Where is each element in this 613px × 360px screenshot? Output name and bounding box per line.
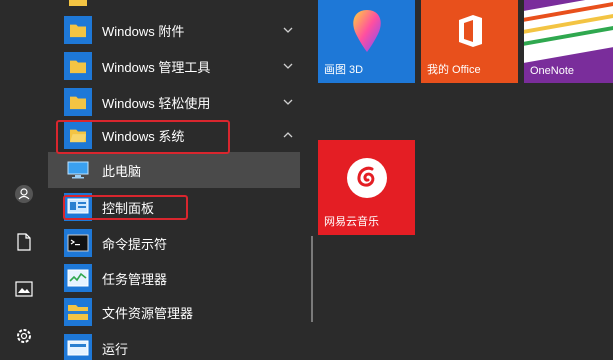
- app-item-this-pc[interactable]: 此电脑: [48, 152, 300, 188]
- tile-label: 我的 Office: [427, 64, 481, 76]
- command-prompt-icon: [64, 229, 92, 257]
- app-item-label: 此电脑: [102, 163, 142, 179]
- this-pc-icon: [64, 156, 92, 184]
- tile-netease-music[interactable]: 网易云音乐: [318, 140, 415, 235]
- chevron-down-icon[interactable]: [282, 96, 294, 108]
- app-item-label: 控制面板: [102, 200, 155, 216]
- app-item-label: Windows 附件: [102, 23, 185, 39]
- app-item-label: 运行: [102, 341, 129, 357]
- app-list: Windows 附件 Windows 管理工具 Windows 轻松使用 Win…: [48, 0, 308, 360]
- start-rail: [0, 0, 48, 360]
- documents-icon: [17, 233, 31, 251]
- app-item-label: 文件资源管理器: [102, 305, 194, 321]
- app-item-label: 任务管理器: [102, 271, 168, 287]
- app-item-control-panel[interactable]: 控制面板: [48, 189, 300, 225]
- app-item-file-explorer[interactable]: 文件资源管理器: [48, 294, 300, 330]
- app-item-label: Windows 轻松使用: [102, 95, 211, 111]
- tile-label: 画图 3D: [324, 64, 364, 76]
- task-manager-icon: [64, 264, 92, 292]
- user-icon: [15, 185, 33, 203]
- app-item-label: Windows 管理工具: [102, 59, 211, 75]
- app-item-windows-accessories[interactable]: Windows 附件: [48, 12, 300, 48]
- control-panel-icon: [64, 193, 92, 221]
- pictures-icon: [15, 281, 33, 297]
- chevron-down-icon[interactable]: [282, 60, 294, 72]
- app-item-windows-system[interactable]: Windows 系统: [48, 117, 300, 153]
- app-item-label: 命令提示符: [102, 236, 168, 252]
- tile-label: OneNote: [530, 65, 575, 77]
- folder-open-icon: [64, 121, 92, 149]
- office-icon: [458, 14, 482, 47]
- chevron-up-icon[interactable]: [282, 129, 294, 141]
- folder-icon: [64, 88, 92, 116]
- app-item-command-prompt[interactable]: 命令提示符: [48, 225, 300, 261]
- app-item-windows-ease-of-access[interactable]: Windows 轻松使用: [48, 84, 300, 120]
- run-icon: [64, 334, 92, 360]
- tile-paint3d[interactable]: 画图 3D: [318, 0, 415, 83]
- settings-icon: [17, 329, 31, 343]
- app-list-scrollbar[interactable]: [311, 236, 313, 322]
- paint3d-icon: [352, 9, 381, 52]
- folder-icon: [64, 0, 92, 12]
- folder-icon: [64, 52, 92, 80]
- settings-button[interactable]: [12, 324, 36, 348]
- documents-button[interactable]: [12, 230, 36, 254]
- chevron-down-icon[interactable]: [282, 24, 294, 36]
- user-account-button[interactable]: [12, 182, 36, 206]
- tile-my-office[interactable]: 我的 Office: [421, 0, 518, 83]
- app-item-windows-admin-tools[interactable]: Windows 管理工具: [48, 48, 300, 84]
- folder-icon: [64, 16, 92, 44]
- file-explorer-icon: [64, 298, 92, 326]
- netease-music-icon: [346, 158, 387, 198]
- app-item-run[interactable]: 运行: [48, 330, 300, 360]
- pictures-button[interactable]: [12, 277, 36, 301]
- tile-onenote[interactable]: OneNote: [524, 0, 613, 83]
- app-item-label: Windows 系统: [102, 128, 185, 144]
- tile-area: 画图 3D 我的 Office OneNote 网易云音乐: [318, 0, 613, 360]
- app-item-task-manager[interactable]: 任务管理器: [48, 260, 300, 296]
- tile-label: 网易云音乐: [324, 216, 379, 228]
